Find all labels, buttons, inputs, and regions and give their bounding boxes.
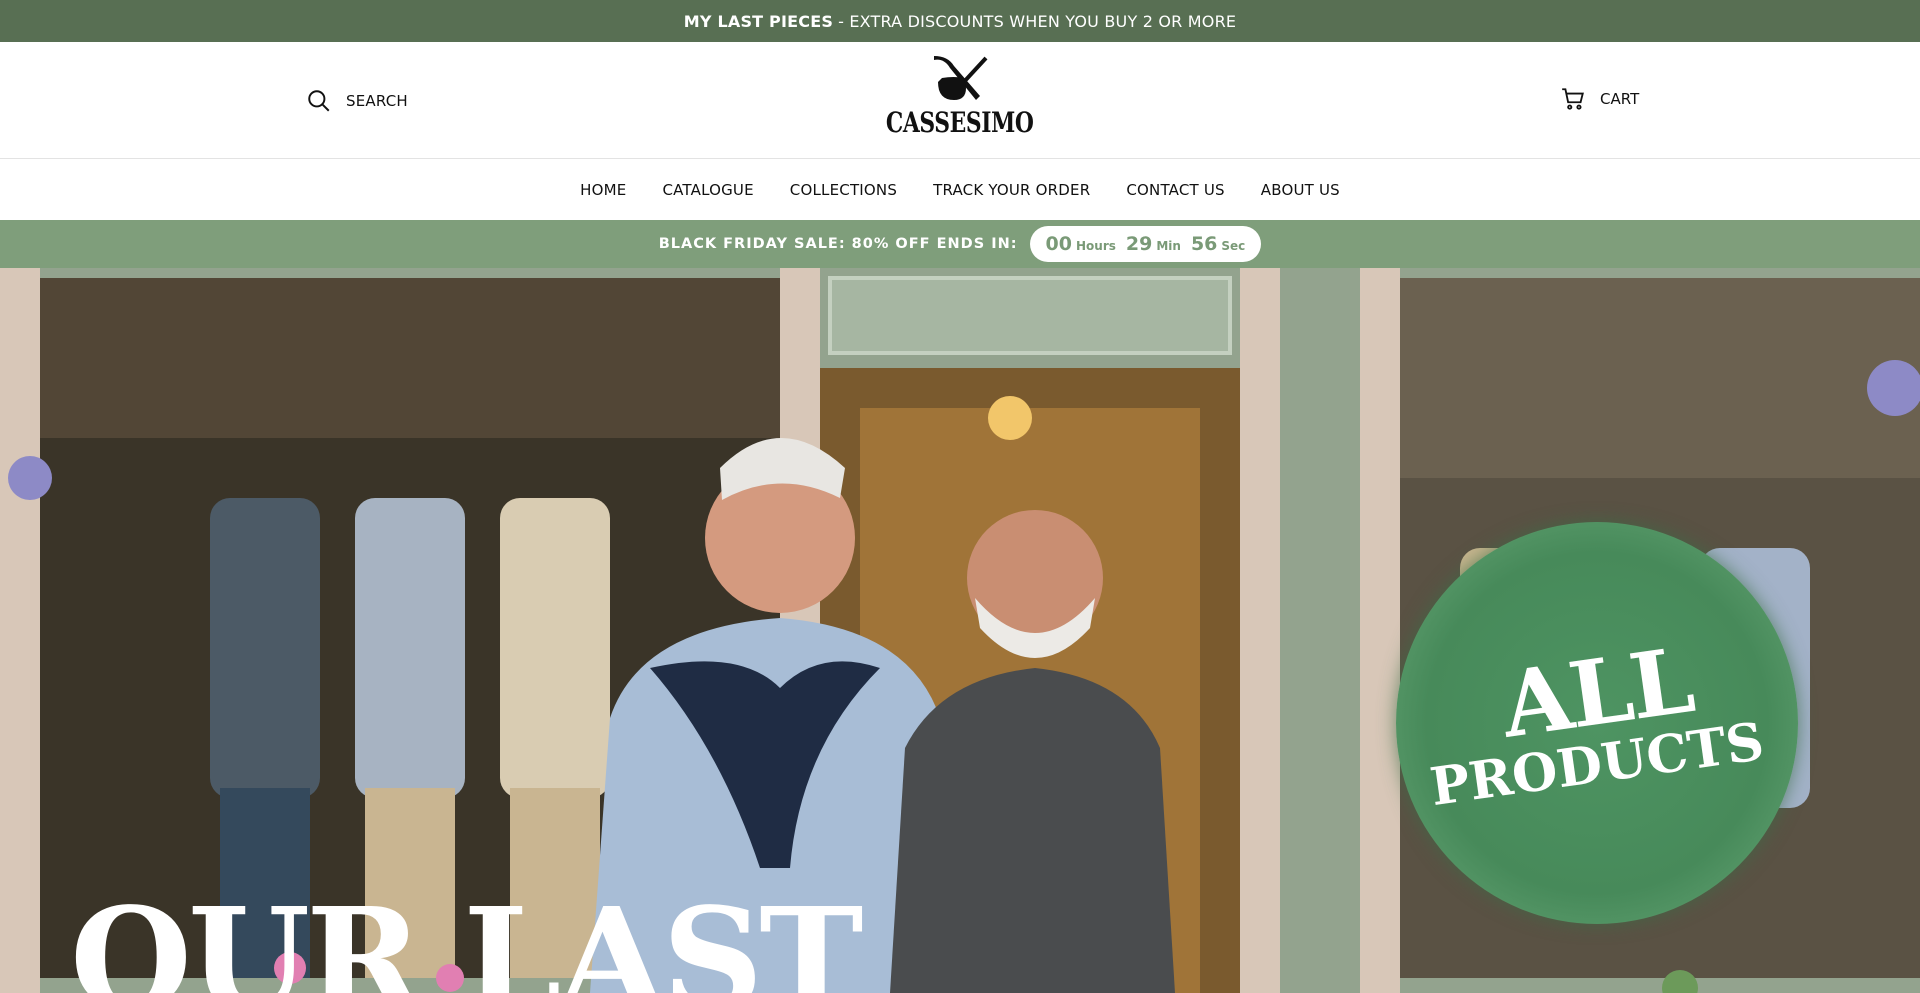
site-header: SEARCH CASSESIMO CART xyxy=(0,42,1920,159)
nav-item-home[interactable]: HOME xyxy=(580,181,626,199)
sale-countdown-bar: BLACK FRIDAY SALE: 80% OFF ENDS IN: 00 H… xyxy=(0,220,1920,268)
nav-item-contact[interactable]: CONTACT US xyxy=(1126,181,1224,199)
cart-icon xyxy=(1562,88,1584,110)
sale-text: BLACK FRIDAY SALE: 80% OFF ENDS IN: xyxy=(658,236,1018,252)
countdown-seconds: 56 xyxy=(1190,233,1218,255)
pipe-icon xyxy=(934,56,988,100)
logo-text: CASSESIMO xyxy=(886,106,1034,139)
logo[interactable]: CASSESIMO xyxy=(880,54,1040,146)
nav-item-track-order[interactable]: TRACK YOUR ORDER xyxy=(933,181,1090,199)
countdown-minutes-label: Min xyxy=(1156,239,1181,253)
hero-headline: OUR LAST xyxy=(70,878,863,993)
hero-banner[interactable]: ALL PRODUCTS OUR LAST xyxy=(0,268,1920,993)
announcement-bar: MY LAST PIECES - EXTRA DISCOUNTS WHEN YO… xyxy=(0,0,1920,42)
nav-item-catalogue[interactable]: CATALOGUE xyxy=(662,181,753,199)
cart-button[interactable]: CART xyxy=(1560,86,1639,112)
countdown-hours-label: Hours xyxy=(1075,239,1116,253)
announcement-text: - EXTRA DISCOUNTS WHEN YOU BUY 2 OR MORE xyxy=(838,11,1237,31)
nav-item-collections[interactable]: COLLECTIONS xyxy=(790,181,897,199)
cart-label: CART xyxy=(1600,90,1640,108)
announcement-strong: MY LAST PIECES xyxy=(683,11,834,31)
countdown-minutes: 29 xyxy=(1125,233,1153,255)
countdown-hours: 00 xyxy=(1045,233,1072,255)
search-label: SEARCH xyxy=(346,92,408,110)
all-products-badge[interactable]: ALL PRODUCTS xyxy=(1396,522,1798,924)
countdown-seconds-label: Sec xyxy=(1221,239,1246,253)
search-button[interactable]: SEARCH xyxy=(306,88,408,114)
countdown-timer: 00 Hours 29 Min 56 Sec xyxy=(1029,226,1262,262)
main-nav: HOME CATALOGUE COLLECTIONS TRACK YOUR OR… xyxy=(0,159,1920,220)
nav-item-about[interactable]: ABOUT US xyxy=(1261,181,1340,199)
search-icon xyxy=(308,90,330,112)
